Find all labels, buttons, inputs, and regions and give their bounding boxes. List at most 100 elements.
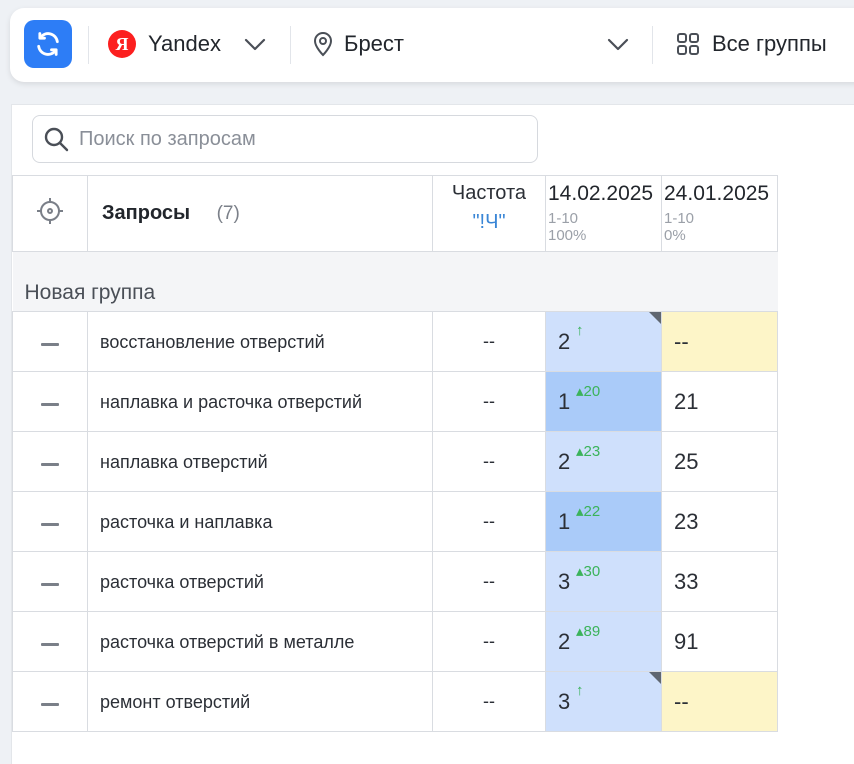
- query-text[interactable]: расточка отверстий: [87, 551, 433, 612]
- remove-query-button[interactable]: [12, 671, 88, 732]
- position-value: 3: [558, 568, 571, 594]
- previous-position-cell[interactable]: 21: [661, 371, 778, 432]
- grid-icon: [677, 33, 699, 55]
- position-cell[interactable]: 1 ▴20: [545, 371, 662, 432]
- chevron-down-icon: [607, 38, 629, 51]
- toolbar-divider: [652, 26, 653, 64]
- position-cell[interactable]: 2 ▴89: [545, 611, 662, 672]
- queries-column-header[interactable]: Запросы (7): [87, 175, 433, 252]
- queries-title: Запросы: [102, 202, 191, 224]
- query-text[interactable]: наплавка отверстий: [87, 431, 433, 492]
- frequency-column-header[interactable]: Частота "!Ч": [432, 175, 546, 252]
- remove-query-button[interactable]: [12, 371, 88, 432]
- minus-icon: [41, 643, 59, 646]
- location-pin-icon: [313, 32, 333, 57]
- query-frequency: --: [432, 491, 546, 552]
- previous-position-cell[interactable]: 25: [661, 431, 778, 492]
- query-text[interactable]: ремонт отверстий: [87, 671, 433, 732]
- query-frequency: --: [432, 371, 546, 432]
- position-cell[interactable]: 3 ▴30: [545, 551, 662, 612]
- remove-query-button[interactable]: [12, 311, 88, 372]
- search-input[interactable]: [79, 127, 509, 151]
- column-percent: 0%: [664, 227, 686, 244]
- remove-query-button[interactable]: [12, 611, 88, 672]
- group-name[interactable]: Новая группа: [12, 251, 778, 312]
- position-value: 1: [558, 508, 571, 534]
- table-row[interactable]: ремонт отверстий -- 3 ↑ --: [12, 671, 778, 732]
- queries-table: Запросы (7) Частота "!Ч" 14.02.2025 1-10…: [12, 175, 778, 732]
- column-percent: 100%: [548, 227, 587, 244]
- position-delta: ▴30: [576, 563, 601, 580]
- minus-icon: [41, 343, 59, 346]
- previous-position-cell[interactable]: --: [661, 671, 778, 732]
- comment-marker[interactable]: [649, 672, 661, 684]
- table-row[interactable]: расточка отверстий -- 3 ▴30 33: [12, 551, 778, 612]
- search-box: [32, 115, 538, 163]
- minus-icon: [41, 463, 59, 466]
- position-delta: ▴89: [576, 623, 601, 640]
- group-row: Новая группа: [12, 251, 778, 312]
- top-toolbar: Я Yandex Брест Все группы: [10, 8, 854, 82]
- previous-position-cell[interactable]: --: [661, 311, 778, 372]
- remove-query-button[interactable]: [12, 431, 88, 492]
- toolbar-divider: [88, 26, 89, 64]
- target-column-header[interactable]: [12, 175, 88, 252]
- position-delta: ▴22: [576, 503, 601, 520]
- date-column-header[interactable]: 14.02.2025 1-10 100%: [545, 175, 662, 252]
- position-delta: ↑: [576, 682, 584, 699]
- column-date: 24.01.2025: [664, 182, 770, 205]
- date-column-header[interactable]: 24.01.2025 1-10 0%: [661, 175, 778, 252]
- region-selector[interactable]: Брест: [312, 22, 630, 66]
- position-cell[interactable]: 1 ▴22: [545, 491, 662, 552]
- column-date: 14.02.2025: [548, 182, 654, 205]
- query-frequency: --: [432, 311, 546, 372]
- query-frequency: --: [432, 431, 546, 492]
- query-text[interactable]: расточка и наплавка: [87, 491, 433, 552]
- frequency-title: Частота: [451, 182, 527, 204]
- groups-selector[interactable]: Все группы: [676, 22, 827, 66]
- chevron-down-icon: [244, 38, 266, 51]
- search-engine-selector[interactable]: Я Yandex: [108, 22, 267, 66]
- table-row[interactable]: расточка и наплавка -- 1 ▴22 23: [12, 491, 778, 552]
- query-text[interactable]: наплавка и расточка отверстий: [87, 371, 433, 432]
- table-row[interactable]: наплавка отверстий -- 2 ▴23 25: [12, 431, 778, 492]
- table-row[interactable]: восстановление отверстий -- 2 ↑ --: [12, 311, 778, 372]
- position-cell[interactable]: 3 ↑: [545, 671, 662, 732]
- position-delta: ↑: [576, 322, 584, 339]
- minus-icon: [41, 583, 59, 586]
- minus-icon: [41, 403, 59, 406]
- minus-icon: [41, 523, 59, 526]
- frequency-subtitle[interactable]: "!Ч": [433, 211, 545, 234]
- minus-icon: [41, 703, 59, 706]
- previous-position-cell[interactable]: 91: [661, 611, 778, 672]
- comment-marker[interactable]: [649, 312, 661, 324]
- query-frequency: --: [432, 611, 546, 672]
- remove-query-button[interactable]: [12, 551, 88, 612]
- query-rows: восстановление отверстий -- 2 ↑ -- наплавка и…: [12, 311, 778, 732]
- table-header: Запросы (7) Частота "!Ч" 14.02.2025 1-10…: [12, 175, 778, 252]
- refresh-button[interactable]: [24, 20, 72, 68]
- previous-position-cell[interactable]: 23: [661, 491, 778, 552]
- remove-query-button[interactable]: [12, 491, 88, 552]
- table-row[interactable]: наплавка и расточка отверстий -- 1 ▴20 21: [12, 371, 778, 432]
- queries-panel: Запросы (7) Частота "!Ч" 14.02.2025 1-10…: [11, 104, 854, 764]
- refresh-icon: [37, 32, 59, 56]
- yandex-logo-icon: Я: [108, 30, 136, 58]
- position-value: 3: [558, 688, 571, 714]
- query-text[interactable]: восстановление отверстий: [87, 311, 433, 372]
- position-value: 2: [558, 448, 571, 474]
- table-row[interactable]: расточка отверстий в металле -- 2 ▴89 91: [12, 611, 778, 672]
- previous-position-cell[interactable]: 33: [661, 551, 778, 612]
- position-cell[interactable]: 2 ↑: [545, 311, 662, 372]
- toolbar-divider: [290, 26, 291, 64]
- groups-label: Все группы: [712, 31, 827, 56]
- column-range: 1-10: [548, 210, 579, 227]
- search-icon: [44, 127, 69, 152]
- query-frequency: --: [432, 671, 546, 732]
- column-range: 1-10: [664, 210, 695, 227]
- position-value: 2: [558, 628, 571, 654]
- region-label: Брест: [344, 31, 404, 56]
- position-value: 2: [558, 328, 571, 354]
- position-cell[interactable]: 2 ▴23: [545, 431, 662, 492]
- query-text[interactable]: расточка отверстий в металле: [87, 611, 433, 672]
